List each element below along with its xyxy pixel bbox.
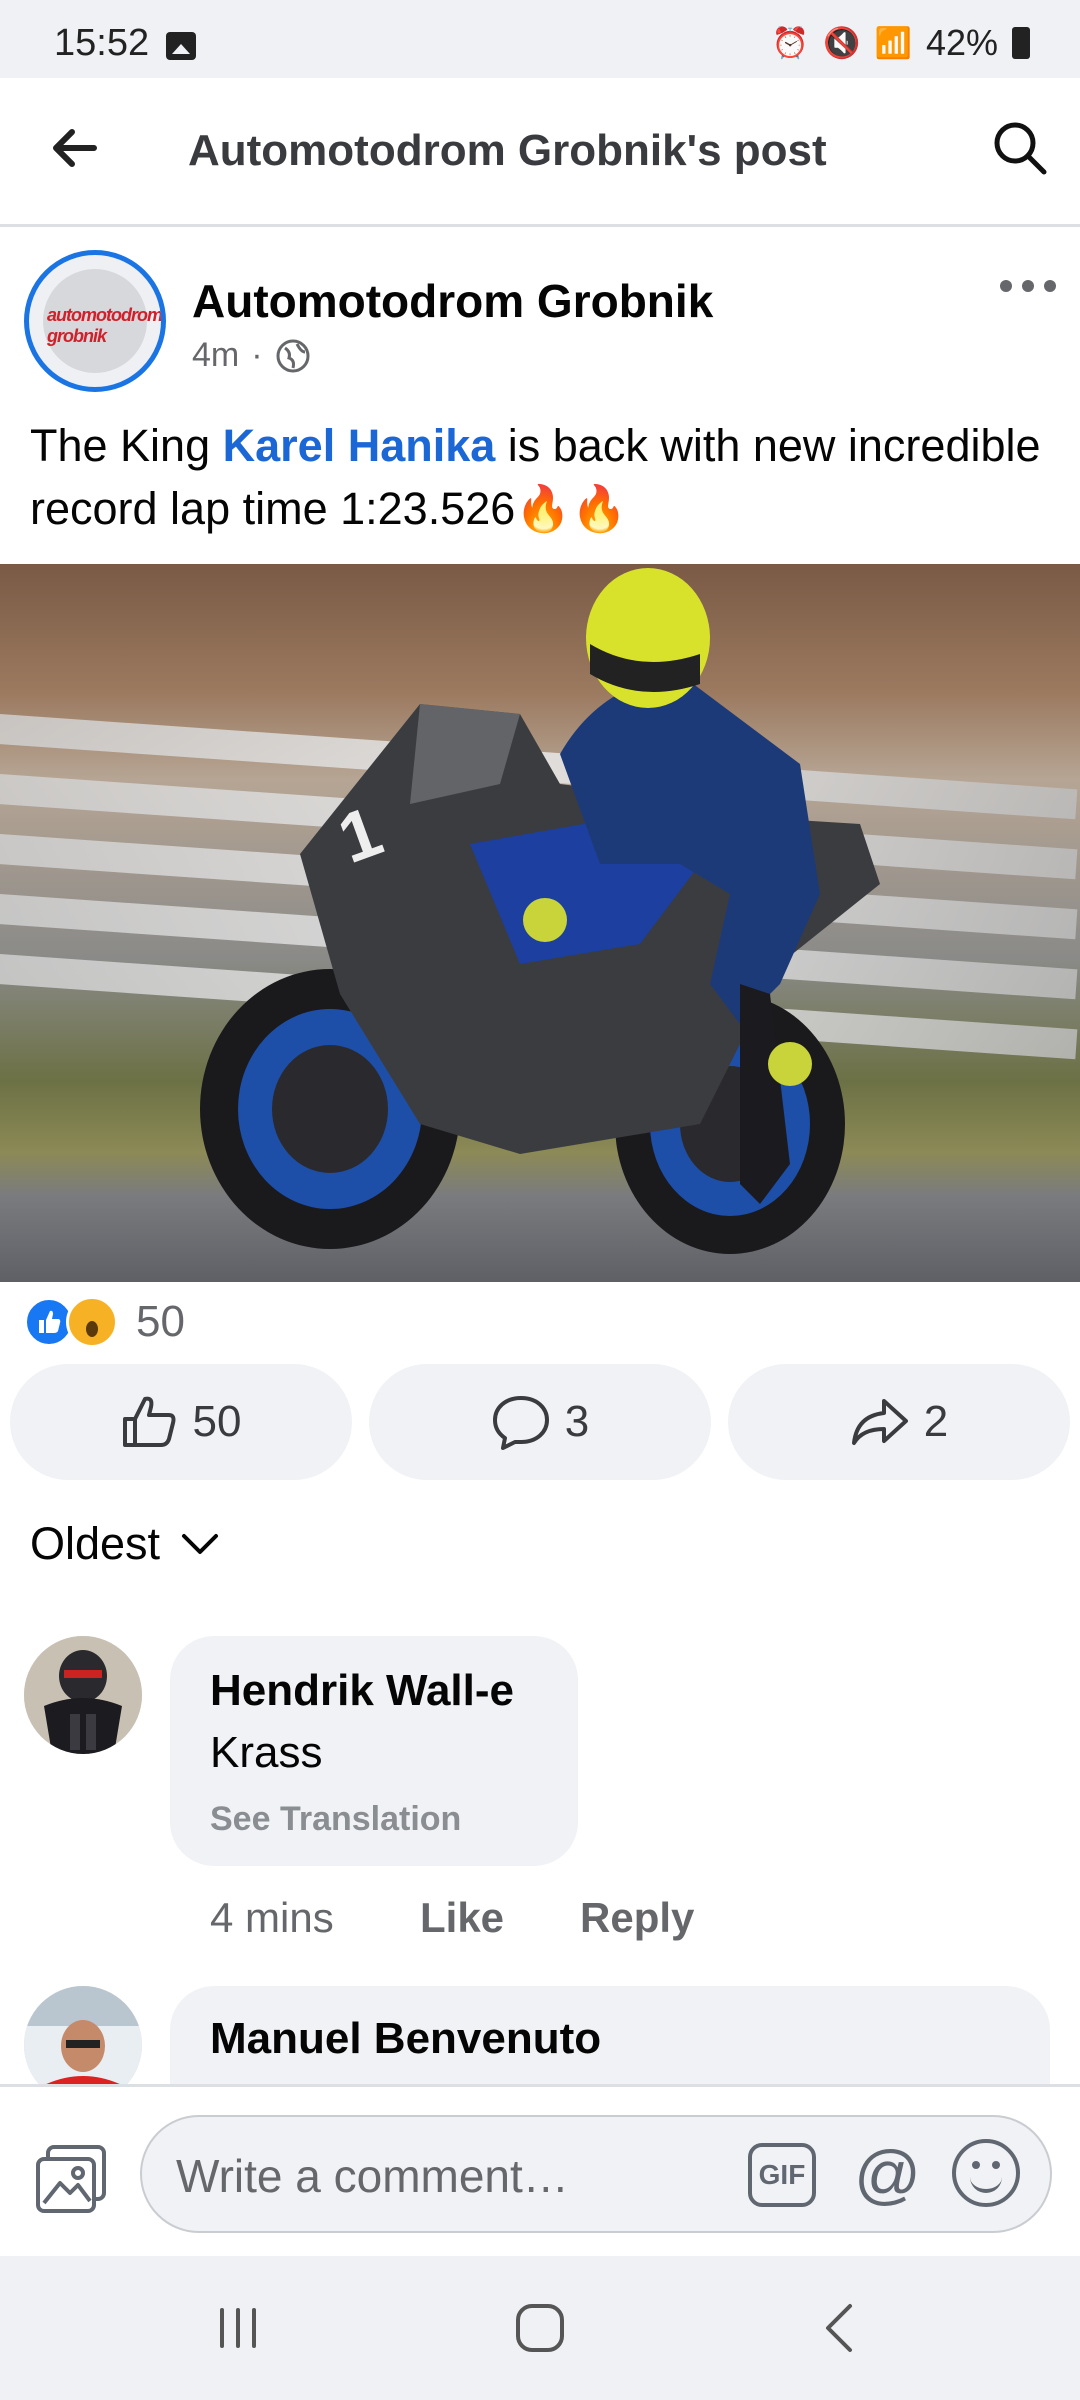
wow-reaction-icon bbox=[66, 1296, 118, 1348]
battery-icon bbox=[1012, 27, 1030, 59]
comment-author[interactable]: Hendrik Wall-e bbox=[210, 1666, 514, 1716]
status-time: 15:52 bbox=[54, 22, 150, 64]
comment-author[interactable]: Manuel Benvenuto bbox=[210, 2014, 601, 2064]
mention-link[interactable]: Karel Hanika bbox=[223, 420, 496, 471]
comment-composer: Write a comment… GIF @ bbox=[0, 2084, 1080, 2259]
page-avatar[interactable]: automotodrom grobnik bbox=[24, 250, 166, 392]
comment-sort-dropdown[interactable]: Oldest bbox=[30, 1518, 220, 1570]
commenter-avatar[interactable] bbox=[24, 1636, 142, 1754]
like-button[interactable]: 50 bbox=[10, 1364, 352, 1480]
sort-label: Oldest bbox=[30, 1518, 161, 1569]
alarm-icon: ⏰ bbox=[771, 26, 810, 60]
share-button[interactable]: 2 bbox=[728, 1364, 1070, 1480]
home-icon[interactable] bbox=[516, 2304, 564, 2352]
comment-input[interactable]: Write a comment… GIF @ bbox=[140, 2115, 1052, 2233]
more-options-icon[interactable] bbox=[998, 276, 1058, 296]
comment-bubble-icon bbox=[492, 1396, 549, 1450]
post-meta: 4m · bbox=[192, 336, 311, 375]
battery-percent: 42% bbox=[925, 22, 998, 63]
gif-icon[interactable]: GIF bbox=[748, 2143, 816, 2207]
mention-at-icon[interactable]: @ bbox=[854, 2139, 921, 2209]
like-count: 50 bbox=[192, 1397, 242, 1446]
status-bar: 15:52 ⏰ 🔇 📶 42% bbox=[0, 0, 1080, 78]
emoji-smile-icon[interactable] bbox=[952, 2139, 1020, 2207]
comment-like-button[interactable]: Like bbox=[420, 1894, 504, 1942]
motorcycle-illustration: 1 bbox=[200, 568, 880, 1254]
comment-placeholder: Write a comment… bbox=[176, 2150, 569, 2202]
post-author-row: automotodrom grobnik Automotodrom Grobni… bbox=[0, 226, 1080, 406]
mute-icon: 🔇 bbox=[823, 26, 861, 60]
photo-picker-icon[interactable] bbox=[34, 2143, 108, 2215]
commenter-avatar[interactable] bbox=[24, 1986, 142, 2084]
fire-emoji: 🔥🔥 bbox=[515, 483, 628, 534]
nav-back-icon[interactable] bbox=[820, 2302, 860, 2354]
post-text-prefix: The King bbox=[30, 420, 223, 471]
globe-icon bbox=[276, 339, 310, 372]
share-arrow-icon bbox=[851, 1399, 908, 1445]
status-icons: ⏰ 🔇 📶 42% bbox=[772, 22, 1030, 64]
meta-separator: · bbox=[251, 336, 263, 374]
comment-bubble[interactable]: Hendrik Wall-e Krass See Translation bbox=[170, 1636, 578, 1866]
share-count: 2 bbox=[923, 1397, 949, 1446]
comment-bubble[interactable]: Manuel Benvenuto bbox=[170, 1986, 1050, 2084]
comment-text: Krass bbox=[210, 1728, 323, 1777]
search-icon[interactable] bbox=[990, 118, 1050, 178]
see-translation-link[interactable]: See Translation bbox=[210, 1800, 461, 1839]
wifi-icon: 📶 bbox=[874, 26, 912, 60]
back-arrow-icon[interactable] bbox=[44, 118, 104, 178]
post-header: Automotodrom Grobnik's post bbox=[0, 78, 1080, 227]
post-time: 4m bbox=[192, 336, 240, 374]
recent-apps-icon[interactable] bbox=[216, 2306, 260, 2350]
post-actions: 50 3 2 bbox=[0, 1364, 1080, 1482]
image-notification-icon bbox=[166, 32, 196, 60]
comment-button[interactable]: 3 bbox=[369, 1364, 711, 1480]
page-title: Automotodrom Grobnik's post bbox=[188, 126, 827, 175]
reactions-summary[interactable]: 50 bbox=[24, 1292, 185, 1352]
avatar-photo bbox=[24, 1636, 142, 1754]
comment-reply-button[interactable]: Reply bbox=[580, 1894, 694, 1942]
page-name[interactable]: Automotodrom Grobnik bbox=[192, 274, 713, 328]
chevron-down-icon bbox=[182, 1534, 219, 1554]
comment-item-clip: Manuel Benvenuto bbox=[0, 1980, 1080, 2084]
comment-count: 3 bbox=[564, 1397, 590, 1446]
thumbs-up-icon bbox=[122, 1396, 176, 1447]
avatar-photo bbox=[24, 1986, 142, 2084]
system-nav-bar bbox=[0, 2256, 1080, 2400]
post-text: The King Karel Hanika is back with new i… bbox=[30, 414, 1050, 540]
post-photo[interactable]: 1 bbox=[0, 564, 1080, 1282]
reaction-count: 50 bbox=[136, 1297, 185, 1346]
comment-time: 4 mins bbox=[210, 1894, 334, 1941]
page-logo: automotodrom grobnik bbox=[47, 305, 162, 346]
